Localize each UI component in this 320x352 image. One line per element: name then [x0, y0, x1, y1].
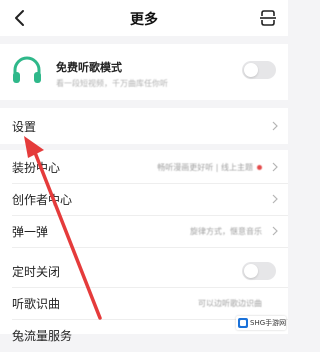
- settings-card: 设置: [0, 108, 288, 144]
- list-item-dress-center[interactable]: 装扮中心 畅听漫画更好听 | 线上主题: [0, 150, 288, 184]
- watermark-logo-icon: [238, 318, 248, 328]
- page-title: 更多: [130, 12, 158, 28]
- free-mode-toggle[interactable]: [242, 61, 276, 79]
- free-mode-subtitle: 看一段短视频，千万曲库任你听: [56, 79, 168, 88]
- watermark-text: SHG手游网: [250, 319, 287, 327]
- item-value: 旋律方式，惬意音乐: [190, 227, 262, 236]
- chevron-right-icon: [272, 226, 278, 236]
- list-item-tan-yi-tan[interactable]: 弹一弹 旋律方式，惬意音乐: [0, 214, 288, 248]
- chevron-right-icon: [272, 194, 278, 204]
- settings-row[interactable]: 设置: [0, 108, 288, 144]
- sleep-timer-toggle[interactable]: [242, 262, 276, 280]
- watermark: SHG手游网: [236, 316, 286, 330]
- item-label: 兔流量服务: [12, 329, 73, 343]
- chevron-right-icon: [272, 121, 278, 131]
- settings-label: 设置: [12, 120, 37, 134]
- chevron-right-icon: [272, 162, 278, 172]
- free-mode-card: 免费听歌模式 看一段短视频，千万曲库任你听: [0, 44, 288, 100]
- list-item-sleep-timer[interactable]: 定时关闭: [0, 254, 288, 288]
- item-label: 弹一弹: [12, 225, 49, 239]
- item-value: 可以边听歌边识曲: [198, 299, 262, 308]
- top-bar: 更多: [0, 0, 288, 36]
- item-label: 定时关闭: [12, 265, 61, 279]
- item-value: 畅听漫画更好听 | 线上主题: [157, 162, 262, 173]
- divider: [12, 247, 288, 248]
- menu-list: 装扮中心 畅听漫画更好听 | 线上主题 创作者中心 弹一弹 旋律方式，惬意音乐 …: [0, 150, 288, 343]
- free-mode-title: 免费听歌模式: [56, 61, 122, 74]
- list-item-song-recognition[interactable]: 听歌识曲 可以边听歌边识曲: [0, 286, 288, 320]
- red-dot-badge: [257, 165, 262, 170]
- scan-icon[interactable]: [258, 8, 278, 28]
- item-label: 听歌识曲: [12, 297, 61, 311]
- item-label: 创作者中心: [12, 193, 73, 207]
- headphone-icon: [13, 56, 41, 83]
- list-item-creator-center[interactable]: 创作者中心: [0, 182, 288, 216]
- item-label: 装扮中心: [12, 161, 61, 175]
